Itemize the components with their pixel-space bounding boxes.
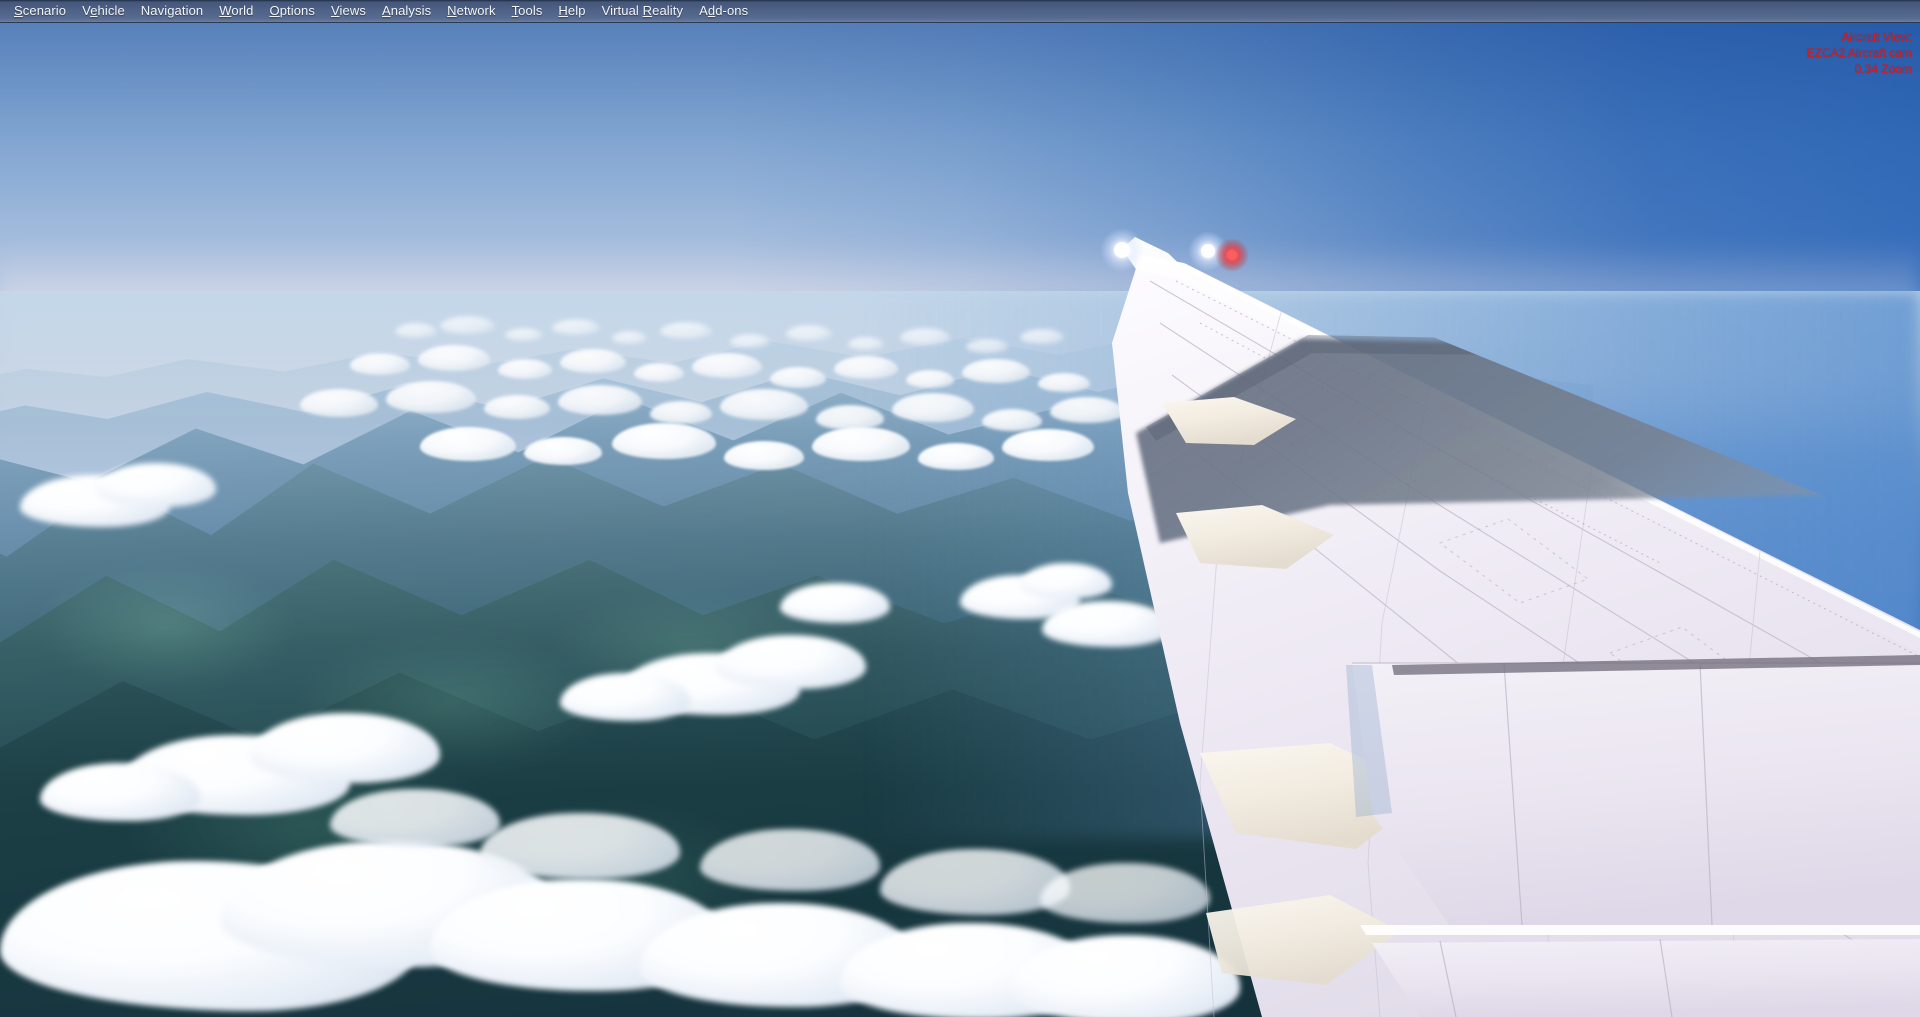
menu-accel: N (447, 3, 457, 18)
hud-view-label: Aircraft View: (1841, 30, 1912, 44)
menu-pre: V (82, 3, 91, 18)
menu-item-scenario[interactable]: Scenario (6, 0, 74, 22)
menu-item-analysis[interactable]: Analysis (374, 0, 439, 22)
menu-post: ptions (279, 3, 315, 18)
menu-item-tools[interactable]: Tools (504, 0, 551, 22)
menu-accel: O (269, 3, 280, 18)
menu-post: cenario (22, 3, 67, 18)
menu-accel: A (381, 3, 391, 18)
menu-post: ation (174, 3, 204, 18)
menu-post: elp (567, 3, 586, 18)
menu-accel: g (167, 3, 175, 18)
menu-accel: R (642, 3, 653, 18)
menu-post: hicle (97, 3, 125, 18)
menu-accel: e (90, 3, 98, 18)
menu-post: eality (652, 3, 684, 18)
menu-post: etwork (456, 3, 496, 18)
menu-item-add-ons[interactable]: Add-ons (691, 0, 756, 22)
simulator-window: Scenario Vehicle Navigation World Option… (0, 0, 1920, 1017)
menu-post: ools (518, 3, 543, 18)
hud-zoom-level: 0.34 Zoom (1854, 62, 1912, 76)
menu-item-network[interactable]: Network (439, 0, 503, 22)
menu-pre: Navi (140, 3, 168, 18)
menu-accel: W (219, 3, 232, 18)
menu-item-world[interactable]: World (211, 0, 261, 22)
menu-accel: V (330, 3, 340, 18)
menu-item-vehicle[interactable]: Vehicle (74, 0, 133, 22)
main-menu-bar: Scenario Vehicle Navigation World Option… (0, 0, 1920, 23)
menu-item-views[interactable]: Views (323, 0, 374, 22)
menu-item-virtual-reality[interactable]: Virtual Reality (594, 0, 691, 22)
camera-hud-overlay: Aircraft View: EZCA2 Aircraft cam 0.34 Z… (1807, 29, 1912, 77)
menu-post: iews (339, 3, 366, 18)
menu-post: nalysis (390, 3, 432, 18)
menu-accel: S (14, 3, 23, 18)
menu-accel: H (558, 3, 568, 18)
menu-item-help[interactable]: Help (550, 0, 593, 22)
terrain-vegetation (0, 539, 1191, 1017)
menu-pre: Virtual (601, 3, 643, 18)
simulator-viewport[interactable]: Aircraft View: EZCA2 Aircraft cam 0.34 Z… (0, 23, 1920, 1017)
menu-item-options[interactable]: Options (261, 0, 323, 22)
menu-post: orld (231, 3, 254, 18)
menu-pre: A (699, 3, 708, 18)
menu-post: d-ons (715, 3, 749, 18)
menu-item-navigation[interactable]: Navigation (133, 0, 211, 22)
hud-camera-name: EZCA2 Aircraft cam (1806, 46, 1912, 60)
